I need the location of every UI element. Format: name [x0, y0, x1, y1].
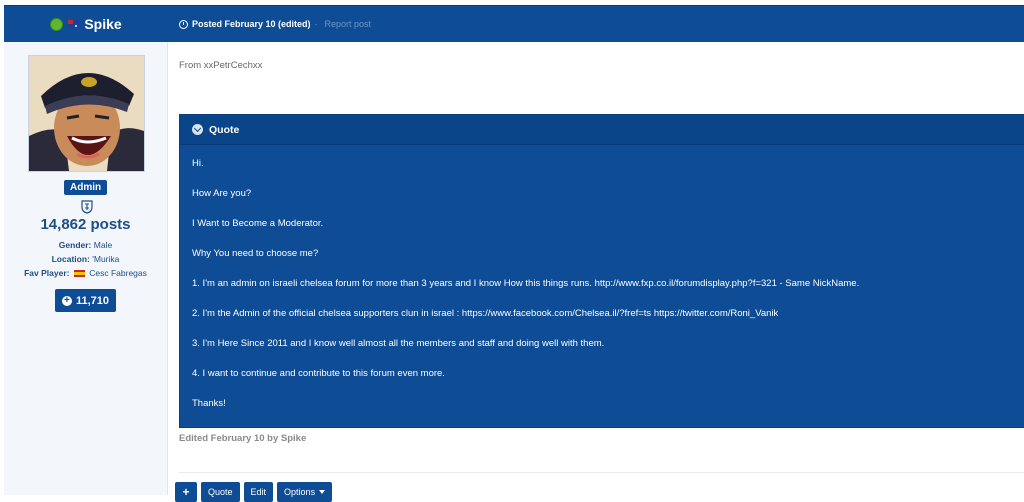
avatar-image [29, 56, 144, 171]
chevron-down-icon[interactable] [192, 124, 203, 135]
report-post-link[interactable]: Report post [325, 19, 372, 29]
field-value: Male [93, 240, 113, 250]
quote-line: 4. I want to continue and contribute to … [192, 368, 445, 379]
quote-line: Hi. [192, 158, 204, 169]
quote-line: Thanks! [192, 398, 226, 409]
quote-line: Why You need to choose me? [192, 248, 319, 259]
reputation-badge[interactable]: + 11,710 [55, 289, 116, 312]
profile-field-location: Location: 'Murika [4, 254, 167, 264]
quote-line: 1. I'm an admin on israeli chelsea forum… [192, 278, 860, 289]
avatar[interactable] [28, 55, 145, 172]
australia-flag-icon [68, 20, 80, 28]
online-status-icon [50, 17, 64, 31]
reputation-value: 11,710 [75, 294, 110, 307]
field-value: 'Murika [92, 254, 120, 264]
quote-header[interactable]: Quote [180, 115, 1024, 145]
profile-field-fav-player: Fav Player: Cesc Fabregas [4, 268, 167, 278]
post-body: From xxPetrCechxx Quote Hi. How Are you?… [175, 42, 1024, 502]
edit-button[interactable]: Edit [243, 482, 274, 502]
field-value: Cesc Fabregas [89, 268, 147, 278]
options-button[interactable]: Options [277, 482, 333, 502]
quote-block: Quote Hi. How Are you? I Want to Become … [179, 114, 1024, 428]
quote-line: 2. I'm the Admin of the official chelsea… [192, 308, 779, 319]
quote-content: Hi. How Are you? I Want to Become a Mode… [180, 145, 1024, 409]
author-sidebar: Admin 14,862 posts Gender: Male Location… [4, 42, 168, 495]
spain-flag-icon [73, 270, 85, 278]
quote-line: 3. I'm Here Since 2011 and I know well a… [192, 338, 605, 349]
from-line: From xxPetrCechxx [179, 60, 263, 71]
post-meta: Posted February 10 (edited) · Report pos… [179, 6, 371, 42]
multiquote-plus-button[interactable]: + [175, 482, 197, 502]
profile-field-gender: Gender: Male [4, 240, 167, 250]
post-actions: + Quote Edit Options [175, 482, 333, 502]
author-name-link[interactable]: Spike [84, 16, 121, 32]
caret-down-icon [319, 490, 326, 494]
field-label: Gender: [58, 240, 92, 250]
role-badge: Admin [64, 180, 108, 195]
chelsea-crest-icon [81, 200, 93, 214]
options-label: Options [284, 487, 316, 497]
meta-separator: · [314, 19, 318, 29]
field-label: Location: [51, 254, 90, 264]
quote-button[interactable]: Quote [201, 482, 240, 502]
quote-title: Quote [209, 123, 240, 136]
post-count: 14,862 posts [40, 216, 131, 233]
author-header: Spike [4, 6, 168, 42]
post-header: Spike Posted February 10 (edited) · Repo… [4, 5, 1024, 42]
quote-line: I Want to Become a Moderator. [192, 218, 324, 229]
field-label: Fav Player: [24, 268, 70, 278]
quote-line: How Are you? [192, 188, 252, 199]
clock-icon [179, 19, 188, 29]
divider [179, 472, 1024, 473]
posted-date: Posted February 10 (edited) [192, 19, 311, 29]
plus-circle-icon: + [61, 295, 72, 306]
edited-note: Edited February 10 by Spike [179, 433, 307, 444]
